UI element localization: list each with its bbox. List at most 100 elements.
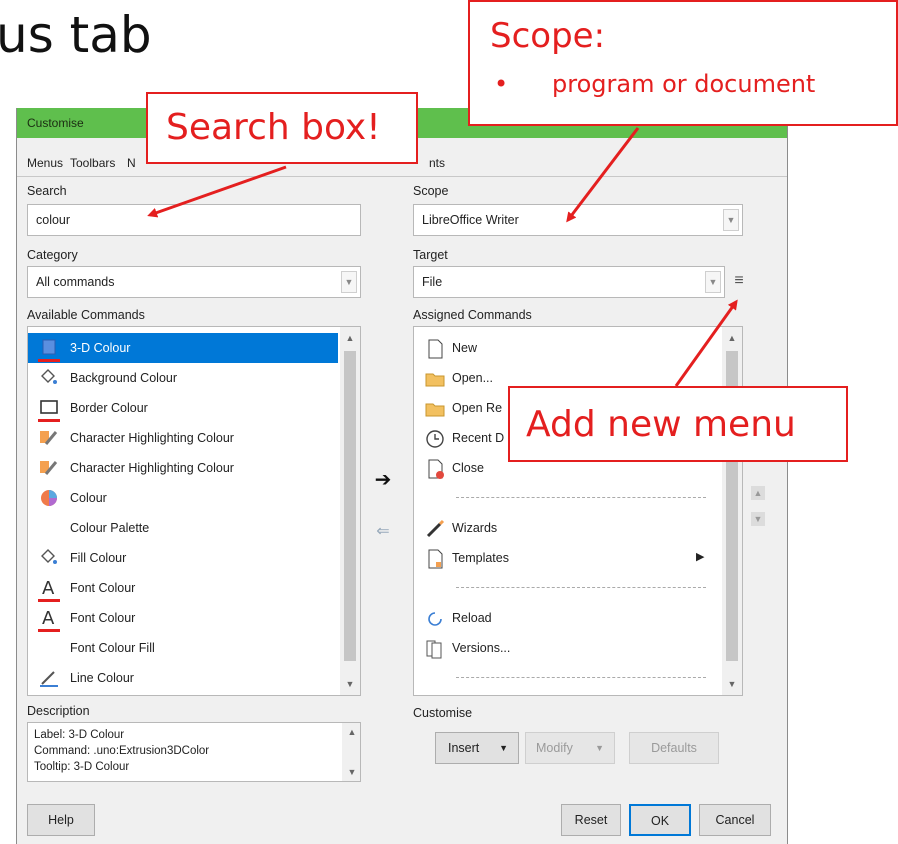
slide-title: us tab — [0, 6, 152, 64]
search-callout: Search box! — [146, 92, 418, 164]
assigned-command-label: Open... — [452, 371, 493, 385]
assigned-command-item[interactable]: Reload — [414, 603, 724, 633]
available-scrollbar[interactable]: ▲ ▼ — [340, 327, 360, 695]
available-command-item[interactable]: Character Highlighting Colour — [28, 423, 338, 453]
search-value: colour — [36, 213, 71, 227]
available-command-item[interactable]: Character Highlighting Colour — [28, 453, 338, 483]
assigned-command-item[interactable]: Versions... — [414, 633, 724, 663]
target-value: File — [422, 275, 443, 289]
scroll-down-icon[interactable]: ▼ — [346, 765, 358, 779]
available-command-item[interactable]: 3-D Colour — [28, 333, 338, 363]
available-command-label: Border Colour — [70, 401, 148, 415]
tab-notebookbar[interactable]: N — [127, 156, 136, 170]
available-command-item[interactable]: Fill Colour — [28, 543, 338, 573]
assigned-command-label: Close — [452, 461, 484, 475]
assigned-command-item[interactable]: Templates ▶ — [414, 543, 724, 573]
available-command-item[interactable]: A Font Colour — [28, 573, 338, 603]
scope-select[interactable]: LibreOffice Writer ▼ — [413, 204, 743, 236]
available-command-label: Fill Colour — [70, 551, 127, 565]
folder-icon — [424, 368, 446, 390]
description-line: Tooltip: 3-D Colour — [34, 761, 130, 773]
available-command-label: Line Colour — [70, 671, 134, 685]
close-document-icon — [424, 458, 446, 480]
blank-icon — [38, 518, 60, 538]
assigned-command-label: Templates — [452, 551, 509, 565]
chevron-down-icon[interactable]: ▼ — [723, 209, 739, 231]
available-command-item[interactable]: Line Colour — [28, 663, 338, 693]
colour-indicator — [38, 629, 60, 632]
cancel-button[interactable]: Cancel — [699, 804, 771, 836]
move-up-icon[interactable]: ▲ — [751, 486, 765, 500]
tab-toolbars[interactable]: Toolbars — [70, 156, 115, 170]
description-box: Label: 3-D Colour Command: .uno:Extrusio… — [27, 722, 361, 782]
colour-indicator — [38, 359, 60, 362]
assigned-command-label: Recent D — [452, 431, 505, 445]
available-command-label: Colour — [70, 491, 107, 505]
chevron-down-icon[interactable]: ▼ — [705, 271, 721, 293]
available-command-label: Font Colour Fill — [70, 641, 155, 655]
reload-icon — [424, 608, 446, 630]
description-scrollbar[interactable]: ▲ ▼ — [342, 723, 360, 781]
dialog-title: Customise — [27, 116, 84, 130]
description-line: Label: 3-D Colour — [34, 729, 125, 741]
defaults-button[interactable]: Defaults — [629, 732, 719, 764]
remove-arrow-icon[interactable]: ⇐ — [369, 518, 397, 546]
scroll-down-icon[interactable]: ▼ — [344, 677, 356, 691]
menu-callout-text: Add new menu — [526, 404, 796, 445]
scroll-down-icon[interactable]: ▼ — [726, 677, 738, 691]
line-colour-icon — [38, 668, 60, 688]
search-input[interactable]: colour — [27, 204, 361, 236]
available-command-item[interactable]: Background Colour — [28, 363, 338, 393]
assigned-command-label: Open Re — [452, 401, 503, 415]
available-command-item[interactable]: Font Colour Fill — [28, 633, 338, 663]
add-menu-icon[interactable]: ≡ — [731, 266, 747, 298]
available-command-item[interactable]: Border Colour — [28, 393, 338, 423]
assigned-command-label: Reload — [452, 611, 492, 625]
highlighter-icon — [38, 428, 60, 448]
border-icon — [38, 398, 60, 418]
reset-button[interactable]: Reset — [561, 804, 621, 836]
cube-icon — [38, 338, 60, 358]
menu-separator[interactable] — [456, 497, 706, 498]
insert-button[interactable]: Insert ▼ — [435, 732, 519, 764]
colour-wheel-icon — [38, 488, 60, 508]
move-down-icon[interactable]: ▼ — [751, 512, 765, 526]
assigned-scrollbar[interactable]: ▲ ▼ — [722, 327, 742, 695]
ok-button[interactable]: OK — [629, 804, 691, 836]
category-select[interactable]: All commands ▼ — [27, 266, 361, 298]
svg-text:A: A — [42, 608, 55, 628]
search-label: Search — [27, 184, 67, 198]
colour-indicator — [38, 419, 60, 422]
scroll-thumb[interactable] — [344, 351, 356, 661]
assigned-command-label: New — [452, 341, 478, 355]
scope-callout: Scope: • program or document — [468, 0, 898, 126]
assigned-command-item[interactable]: New — [414, 333, 724, 363]
scroll-up-icon[interactable]: ▲ — [344, 331, 356, 345]
target-select[interactable]: File ▼ — [413, 266, 725, 298]
tab-menus[interactable]: Menus — [27, 156, 63, 170]
font-colour-icon: A — [38, 578, 60, 599]
description-line: Command: .uno:Extrusion3DColor — [34, 745, 210, 757]
assigned-command-item[interactable]: Wizards — [414, 513, 724, 543]
add-arrow-icon[interactable]: ➔ — [369, 466, 397, 494]
chevron-down-icon: ▼ — [499, 743, 508, 753]
insert-label: Insert — [448, 741, 480, 755]
highlighter-icon — [38, 458, 60, 478]
chevron-down-icon[interactable]: ▼ — [341, 271, 357, 293]
modify-button[interactable]: Modify ▼ — [525, 732, 615, 764]
menu-callout: Add new menu — [508, 386, 848, 462]
colour-indicator — [38, 599, 60, 602]
assigned-commands-list[interactable]: New Open... Open Re Recent D Close Wizards Tem… — [413, 326, 743, 696]
scroll-up-icon[interactable]: ▲ — [726, 331, 738, 345]
help-button[interactable]: Help — [27, 804, 95, 836]
scroll-up-icon[interactable]: ▲ — [346, 725, 358, 739]
available-command-item[interactable]: Colour — [28, 483, 338, 513]
available-command-item[interactable]: Colour Palette — [28, 513, 338, 543]
available-command-item[interactable]: A Font Colour — [28, 603, 338, 633]
template-icon — [424, 548, 446, 570]
menu-separator[interactable] — [456, 587, 706, 588]
available-commands-list[interactable]: 3-D Colour Background Colour Border Colour… — [27, 326, 361, 696]
available-commands-label: Available Commands — [27, 308, 145, 322]
menu-separator[interactable] — [456, 677, 706, 678]
tab-events[interactable]: nts — [429, 156, 445, 170]
